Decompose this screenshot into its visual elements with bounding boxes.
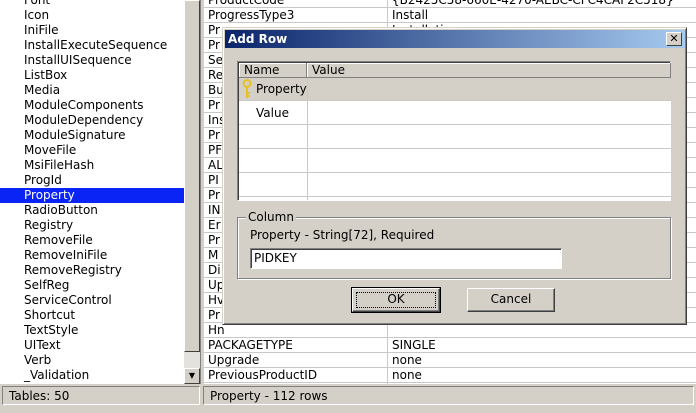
table-list-scrollbar[interactable]: ▼ (184, 0, 200, 384)
table-list-item[interactable]: ModuleComponents (0, 98, 184, 113)
table-list-item[interactable]: RemoveIniFile (0, 248, 184, 263)
grid-row-value[interactable]: Value (256, 102, 306, 124)
table-list-item[interactable]: Verb (0, 353, 184, 368)
grid-row-label: Value (256, 106, 289, 120)
table-list-item[interactable]: ProgId (0, 173, 184, 188)
status-tables-count: Tables: 50 (2, 386, 200, 405)
cancel-button[interactable]: Cancel (467, 288, 555, 312)
cell-name[interactable]: PACKAGETYPE (204, 338, 388, 353)
table-list-item[interactable]: Property (0, 188, 184, 203)
cell-name[interactable]: Upgrade (204, 353, 388, 368)
table-list-item[interactable]: ServiceControl (0, 293, 184, 308)
ok-button[interactable]: OK (351, 287, 441, 313)
table-list-item[interactable]: InstallUISequence (0, 53, 184, 68)
add-row-grid[interactable]: Name Value Property Value (237, 61, 671, 201)
cell-value[interactable]: {B2425C58-660E-4270-AEBC-CFC4CAF2C518} (389, 0, 696, 8)
cell-value[interactable] (389, 323, 696, 338)
grid-header-name[interactable]: Name (239, 63, 307, 78)
cell-value[interactable]: none (389, 368, 696, 383)
cell-name[interactable]: RecentFile (204, 383, 388, 384)
table-list-item[interactable]: SelfReg (0, 278, 184, 293)
table-list-item[interactable]: InstallExecuteSequence (0, 38, 184, 53)
table-list-item[interactable]: Font (0, 0, 184, 8)
status-row-count: Property - 112 rows (203, 386, 694, 405)
grid-row-property[interactable]: Property (242, 78, 307, 100)
table-list-item[interactable]: Icon (0, 8, 184, 23)
grid-header-value[interactable]: Value (307, 63, 671, 78)
table-row[interactable]: Upgrade none (204, 353, 696, 368)
close-icon[interactable]: ✕ (666, 32, 682, 46)
table-list-item[interactable]: MoveFile (0, 143, 184, 158)
cell-value[interactable]: Install (389, 8, 696, 23)
table-list-item[interactable]: IniFile (0, 23, 184, 38)
table-list-item[interactable]: UIText (0, 338, 184, 353)
cell-value[interactable]: none (389, 353, 696, 368)
grid-divider (239, 124, 671, 125)
table-row[interactable]: PreviousProductID none (204, 368, 696, 383)
column-legend: Column (246, 210, 296, 224)
grid-divider (239, 100, 671, 101)
table-list-item[interactable]: _Validation (0, 368, 184, 383)
table-row[interactable]: ProgressType3 Install (204, 8, 696, 23)
focus-ring (356, 292, 436, 308)
table-list-item[interactable]: RadioButton (0, 203, 184, 218)
table-list[interactable]: Font Icon IniFile InstallExecuteSequence Ins… (0, 0, 201, 384)
add-row-dialog: Add Row ✕ Name Value Property Value Colu… (222, 27, 687, 325)
table-list-item[interactable]: Media (0, 83, 184, 98)
cell-value[interactable]: SINGLE (389, 338, 696, 353)
table-list-items: Font Icon IniFile InstallExecuteSequence Ins… (0, 0, 184, 383)
value-input[interactable]: PIDKEY (250, 248, 562, 269)
scrollbar-thumb[interactable] (184, 0, 200, 352)
key-icon (242, 79, 252, 98)
column-groupbox: Column Property - String[72], Required P… (237, 210, 671, 279)
table-row[interactable]: Hn (204, 323, 696, 338)
cell-value[interactable]: 2:ReadmeDir:Hwp2007,hwp:Hwp_SampleDir:Hy… (389, 383, 696, 384)
table-row[interactable]: PACKAGETYPE SINGLE (204, 338, 696, 353)
table-list-item[interactable]: MsiFileHash (0, 158, 184, 173)
table-list-item[interactable]: Shortcut (0, 308, 184, 323)
scroll-down-icon[interactable]: ▼ (184, 368, 200, 384)
grid-divider (239, 196, 671, 197)
dialog-titlebar[interactable]: Add Row ✕ (225, 30, 685, 48)
dialog-title: Add Row (228, 32, 288, 46)
grid-divider (307, 78, 308, 200)
cell-name[interactable]: Hn (204, 323, 388, 338)
cancel-label: Cancel (490, 292, 532, 306)
table-list-item[interactable]: RemoveRegistry (0, 263, 184, 278)
table-row[interactable]: ProductCode {B2425C58-660E-4270-AEBC-CFC4… (204, 0, 696, 8)
table-list-item[interactable]: Registry (0, 218, 184, 233)
grid-divider (239, 148, 671, 149)
grid-row-label: Property (256, 82, 307, 96)
table-list-item[interactable]: ModuleSignature (0, 128, 184, 143)
cell-name[interactable]: ProgressType3 (204, 8, 388, 23)
table-list-item[interactable]: TextStyle (0, 323, 184, 338)
cell-name[interactable]: PreviousProductID (204, 368, 388, 383)
table-list-item[interactable]: ModuleDependency (0, 113, 184, 128)
column-description: Property - String[72], Required (250, 228, 435, 242)
table-list-item[interactable]: RemoveFile (0, 233, 184, 248)
cell-name[interactable]: ProductCode (204, 0, 388, 8)
grid-divider (239, 172, 671, 173)
table-row[interactable]: RecentFile2:ReadmeDir:Hwp2007,hwp:Hwp_Sa… (204, 383, 696, 384)
table-list-item[interactable]: ListBox (0, 68, 184, 83)
status-bar: Tables: 50 Property - 112 rows (0, 385, 696, 413)
